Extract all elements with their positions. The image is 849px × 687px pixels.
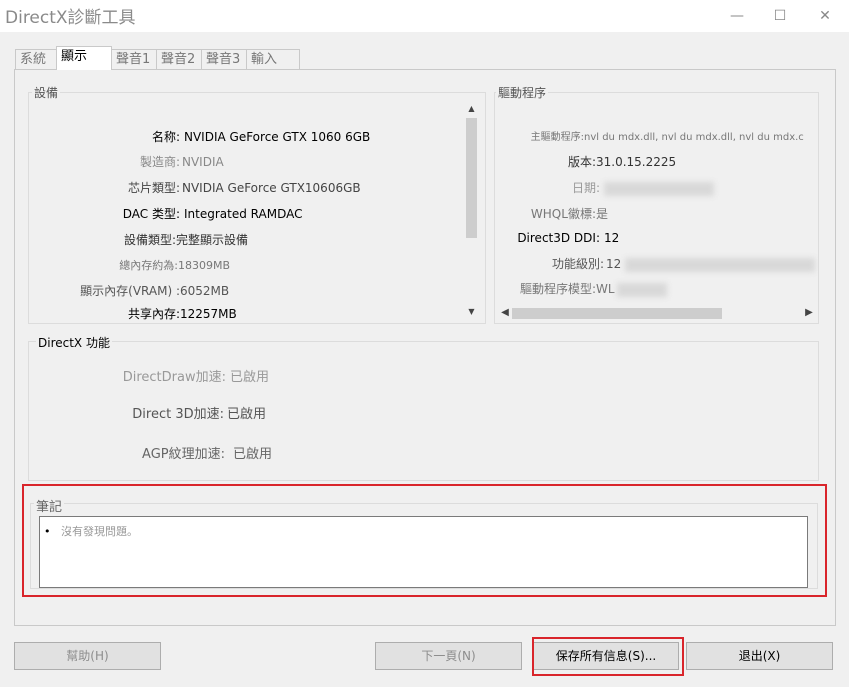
device-value: NVIDIA — [182, 155, 224, 169]
tab-system[interactable]: 系統 — [15, 49, 59, 69]
redacted-date — [604, 181, 714, 196]
help-button[interactable]: 幫助(H) — [14, 642, 161, 670]
tab-display[interactable]: 顯示 — [56, 46, 112, 70]
driver-label: WHQL徽標: — [530, 207, 596, 221]
driver-scrollbar[interactable]: ◀ ▶ — [496, 305, 818, 322]
driver-row: 驅動程序模型:WL — [496, 280, 667, 297]
feature-row: Direct 3D加速: 已啟用 — [0, 403, 266, 422]
device-row: 共享內存:12257MB — [30, 305, 237, 322]
feature-label: Direct 3D加速: — [132, 407, 224, 422]
device-label: 設備類型: — [123, 233, 176, 247]
redacted-driver-model — [616, 282, 667, 297]
driver-value: 31.0.15.2225 — [596, 155, 677, 169]
close-button[interactable]: ✕ — [802, 0, 848, 32]
device-label: 共享內存: — [127, 307, 180, 321]
feature-value: 已啟用 — [233, 447, 273, 462]
device-label: 芯片類型: — [127, 181, 180, 195]
minimize-button[interactable]: — — [714, 0, 760, 32]
device-row: 芯片類型: NVIDIA GeForce GTX10606GB — [30, 179, 361, 196]
title-bar: DirectX診斷工具 — ☐ ✕ — [0, 0, 849, 32]
device-row: 製造商: NVIDIA — [30, 153, 224, 170]
notes-highlight-box — [22, 484, 827, 597]
feature-label: DirectDraw加速: — [122, 370, 226, 385]
driver-value: 12 — [606, 257, 622, 271]
device-value: Integrated RAMDAC — [184, 207, 303, 221]
directx-features-label: DirectX 功能 — [36, 334, 112, 351]
device-label: 製造商: — [139, 155, 180, 169]
device-value: NVIDIA GeForce GTX 1060 6GB — [184, 130, 371, 144]
scroll-left-icon[interactable]: ◀ — [498, 307, 512, 318]
device-value: 12257MB — [180, 307, 237, 321]
window-title: DirectX診斷工具 — [5, 8, 136, 28]
exit-button[interactable]: 退出(X) — [686, 642, 833, 670]
device-group-label: 設備 — [32, 84, 61, 101]
scrollbar-thumb[interactable] — [466, 118, 477, 238]
device-label: DAC 类型: — [122, 207, 180, 221]
device-label: 總內存約為: — [119, 259, 178, 272]
scroll-down-icon[interactable]: ▼ — [463, 307, 480, 316]
device-label: 顯示內存(VRAM) : — [80, 284, 180, 298]
device-panel: 名称: NVIDIA GeForce GTX 1060 6GB 製造商: NVIDI… — [30, 100, 463, 322]
driver-label: 功能級別: — [551, 257, 604, 271]
device-row: 名称: NVIDIA GeForce GTX 1060 6GB — [30, 128, 370, 145]
feature-value: 已啟用 — [227, 407, 267, 422]
feature-row: AGP紋理加速: 已啟用 — [0, 443, 272, 462]
driver-label: 版本: — [567, 155, 596, 169]
driver-row: 版本:31.0.15.2225 — [496, 153, 676, 170]
tab-sound2[interactable]: 聲音2 — [156, 49, 202, 69]
device-value: 18309MB — [178, 259, 231, 272]
device-value: 6052MB — [180, 284, 230, 298]
device-row: DAC 类型: Integrated RAMDAC — [30, 205, 303, 222]
scroll-right-icon[interactable]: ▶ — [802, 307, 816, 318]
device-value: NVIDIA GeForce GTX10606GB — [182, 181, 361, 195]
redacted-feature-levels — [625, 257, 816, 272]
driver-label: Direct3D DDI: — [517, 231, 600, 245]
device-row: 總內存約為:18309MB — [30, 257, 230, 273]
device-row: 顯示內存(VRAM) :6052MB — [30, 282, 229, 299]
driver-value: 是 — [596, 207, 609, 221]
device-scrollbar[interactable]: ▲ ▼ — [463, 100, 480, 322]
driver-label: 日期: — [571, 181, 600, 195]
device-row: 設備類型:完整顯示設備 — [30, 231, 248, 248]
scrollbar-thumb[interactable] — [512, 308, 722, 319]
driver-value: 12 — [604, 231, 620, 245]
tab-sound1[interactable]: 聲音1 — [111, 49, 157, 69]
driver-panel: 主驅動程序:nvl du mdx.dll, nvl du mdx.dll, nv… — [496, 100, 818, 304]
driver-value: WL — [596, 282, 615, 296]
driver-row: 日期: — [496, 179, 714, 196]
tab-input[interactable]: 輸入 — [246, 49, 300, 69]
device-value: 完整顯示設備 — [176, 233, 249, 247]
next-page-button[interactable]: 下一頁(N) — [375, 642, 522, 670]
feature-value: 已啟用 — [230, 370, 270, 385]
save-button-highlight-box — [532, 637, 684, 676]
driver-group-label: 驅動程序 — [496, 84, 549, 101]
feature-label: AGP紋理加速: — [142, 447, 225, 462]
driver-row: 功能級別: 12 — [496, 255, 816, 272]
driver-row: Direct3D DDI: 12 — [496, 231, 619, 245]
maximize-button[interactable]: ☐ — [757, 0, 803, 32]
feature-row: DirectDraw加速: 已啟用 — [0, 366, 269, 385]
driver-label: 驅動程序模型: — [519, 282, 596, 296]
driver-value: nvl du mdx.dll, nvl du mdx.dll, nvl du m… — [584, 132, 804, 143]
driver-label: 主驅動程序: — [530, 132, 584, 143]
driver-row: WHQL徽標:是 — [496, 205, 608, 222]
device-label: 名称: — [151, 130, 180, 144]
scroll-up-icon[interactable]: ▲ — [463, 104, 480, 113]
tab-sound3[interactable]: 聲音3 — [201, 49, 247, 69]
driver-row: 主驅動程序:nvl du mdx.dll, nvl du mdx.dll, nv… — [496, 128, 804, 143]
